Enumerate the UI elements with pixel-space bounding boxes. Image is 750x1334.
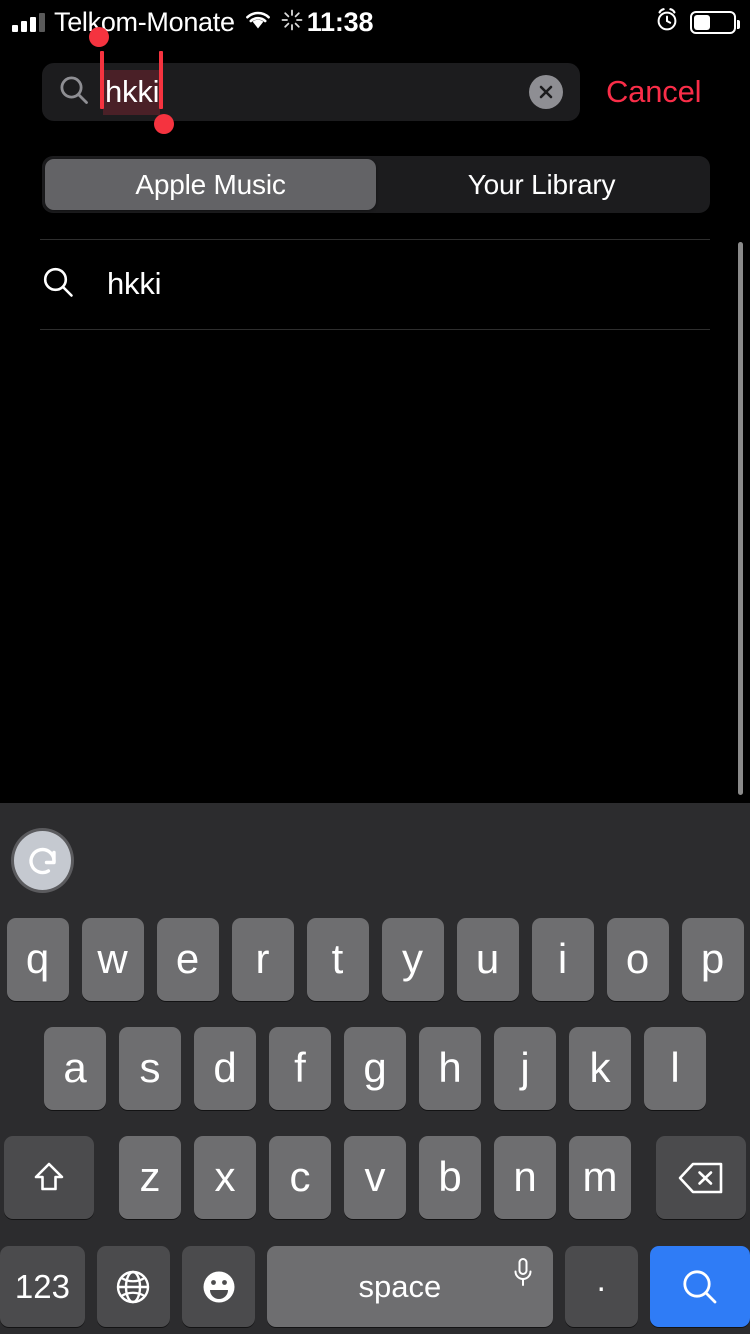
emoji-face-icon[interactable]	[182, 1246, 256, 1327]
tab-apple-music[interactable]: Apple Music	[45, 159, 376, 210]
status-bar: Telkom-Monate 11:38	[0, 0, 750, 44]
key-d[interactable]: d	[194, 1027, 256, 1110]
key-p[interactable]: p	[681, 918, 744, 1001]
app-screen: Telkom-Monate 11:38 hkki Cancel Apple Mu…	[0, 0, 750, 1334]
period-key[interactable]: .	[564, 1246, 638, 1327]
tab-your-library[interactable]: Your Library	[376, 159, 707, 210]
globe-icon[interactable]	[96, 1246, 171, 1327]
space-key[interactable]: space	[267, 1246, 553, 1327]
search-icon	[40, 264, 76, 305]
key-w[interactable]: w	[81, 918, 144, 1001]
key-y[interactable]: y	[381, 918, 444, 1001]
key-x[interactable]: x	[194, 1136, 256, 1219]
key-i[interactable]: i	[531, 918, 594, 1001]
key-h[interactable]: h	[419, 1027, 481, 1110]
key-k[interactable]: k	[569, 1027, 631, 1110]
key-j[interactable]: j	[494, 1027, 556, 1110]
key-v[interactable]: v	[344, 1136, 406, 1219]
key-l[interactable]: l	[644, 1027, 706, 1110]
key-a[interactable]: a	[44, 1027, 106, 1110]
space-key-label: space	[358, 1268, 442, 1304]
selection-handle-right[interactable]	[154, 51, 175, 134]
key-o[interactable]: o	[606, 918, 669, 1001]
key-m[interactable]: m	[569, 1136, 631, 1219]
battery-icon	[690, 10, 740, 34]
key-n[interactable]: n	[494, 1136, 556, 1219]
alarm-clock-icon	[655, 7, 679, 37]
search-icon	[57, 73, 91, 112]
key-u[interactable]: u	[456, 918, 519, 1001]
search-text-wrap: hkki	[89, 27, 175, 134]
key-f[interactable]: f	[269, 1027, 331, 1110]
backspace-icon[interactable]	[656, 1136, 746, 1219]
key-r[interactable]: r	[231, 918, 294, 1001]
search-results-list: hkki	[0, 239, 750, 803]
search-scope-segmented-control: Apple Music Your Library	[42, 156, 710, 213]
cancel-button[interactable]: Cancel	[606, 74, 701, 110]
key-q[interactable]: q	[6, 918, 69, 1001]
keyboard-row-4: 123 space .	[0, 1246, 750, 1327]
keyboard-toolbar	[0, 803, 750, 915]
search-input[interactable]: hkki	[42, 27, 580, 134]
list-item[interactable]: hkki	[40, 239, 710, 329]
separator-bottom	[40, 329, 710, 330]
key-e[interactable]: e	[156, 918, 219, 1001]
key-z[interactable]: z	[119, 1136, 181, 1219]
scrollbar[interactable]	[738, 242, 743, 795]
keyboard-row-1: q w e r t y u i o p	[0, 918, 750, 1001]
keyboard-row-2: a s d f g h j k l	[0, 1027, 750, 1110]
key-c[interactable]: c	[269, 1136, 331, 1219]
key-s[interactable]: s	[119, 1027, 181, 1110]
search-key[interactable]	[649, 1246, 750, 1327]
search-selected-text[interactable]: hkki	[103, 69, 161, 115]
selection-handle-left[interactable]	[89, 27, 109, 109]
search-bar: hkki Cancel	[0, 27, 750, 134]
key-g[interactable]: g	[344, 1027, 406, 1110]
status-bar-right	[655, 7, 740, 37]
numbers-key[interactable]: 123	[0, 1246, 85, 1327]
key-b[interactable]: b	[419, 1136, 481, 1219]
list-item-label: hkki	[107, 266, 162, 301]
undo-arrow-icon[interactable]	[11, 828, 74, 893]
microphone-icon[interactable]	[511, 1257, 535, 1299]
shift-arrow-icon[interactable]	[4, 1136, 94, 1219]
clear-text-icon[interactable]	[529, 75, 563, 109]
keyboard-row-3: z x c v b n m	[0, 1136, 750, 1219]
key-t[interactable]: t	[306, 918, 369, 1001]
